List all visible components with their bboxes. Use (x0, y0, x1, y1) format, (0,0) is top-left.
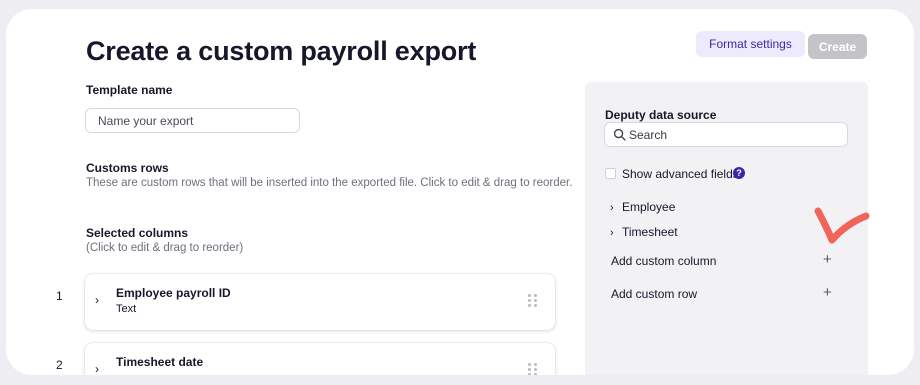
drag-handle-icon[interactable] (528, 294, 537, 308)
column-name: Employee payroll ID (116, 286, 231, 300)
tree-item-label: Timesheet (622, 225, 678, 239)
search-input[interactable] (629, 124, 839, 145)
selected-column-card[interactable]: › Employee payroll ID Text (85, 274, 555, 330)
advanced-fields-label: Show advanced fields (622, 167, 739, 181)
plus-icon[interactable]: + (823, 285, 832, 300)
main-card: Create a custom payroll export Format se… (6, 9, 914, 375)
add-custom-column-label[interactable]: Add custom column (611, 254, 716, 268)
annotation-check-icon (814, 207, 870, 244)
template-name-label: Template name (86, 83, 173, 97)
chevron-right-icon: › (610, 202, 614, 214)
search-icon (613, 128, 626, 141)
column-type: Text (116, 303, 137, 315)
custom-rows-title: Customs rows (86, 161, 169, 175)
tree-item-label: Employee (622, 200, 676, 214)
advanced-fields-checkbox[interactable] (605, 168, 616, 179)
selected-columns-title: Selected columns (86, 226, 189, 240)
chevron-right-icon[interactable]: › (95, 293, 99, 307)
tree-item-timesheet[interactable]: › Timesheet (610, 225, 678, 239)
drag-handle-icon[interactable] (528, 363, 537, 375)
column-number: 2 (56, 358, 63, 372)
create-button[interactable]: Create (808, 34, 867, 59)
chevron-right-icon[interactable]: › (95, 362, 99, 375)
data-source-title: Deputy data source (605, 108, 717, 122)
column-name: Timesheet date (116, 355, 204, 369)
search-box[interactable] (604, 122, 848, 147)
custom-rows-description: These are custom rows that will be inser… (86, 177, 573, 189)
page-title: Create a custom payroll export (86, 36, 477, 66)
tree-item-employee[interactable]: › Employee (610, 200, 675, 214)
add-custom-row-label[interactable]: Add custom row (611, 287, 697, 301)
help-icon[interactable]: ? (733, 167, 745, 179)
plus-icon[interactable]: + (823, 252, 832, 267)
chevron-right-icon: › (610, 227, 614, 239)
selected-column-card[interactable]: › Timesheet date (85, 343, 555, 375)
column-number: 1 (56, 289, 63, 303)
template-name-input[interactable] (85, 108, 300, 133)
format-settings-button[interactable]: Format settings (696, 31, 805, 57)
selected-columns-hint: (Click to edit & drag to reorder) (86, 242, 244, 254)
